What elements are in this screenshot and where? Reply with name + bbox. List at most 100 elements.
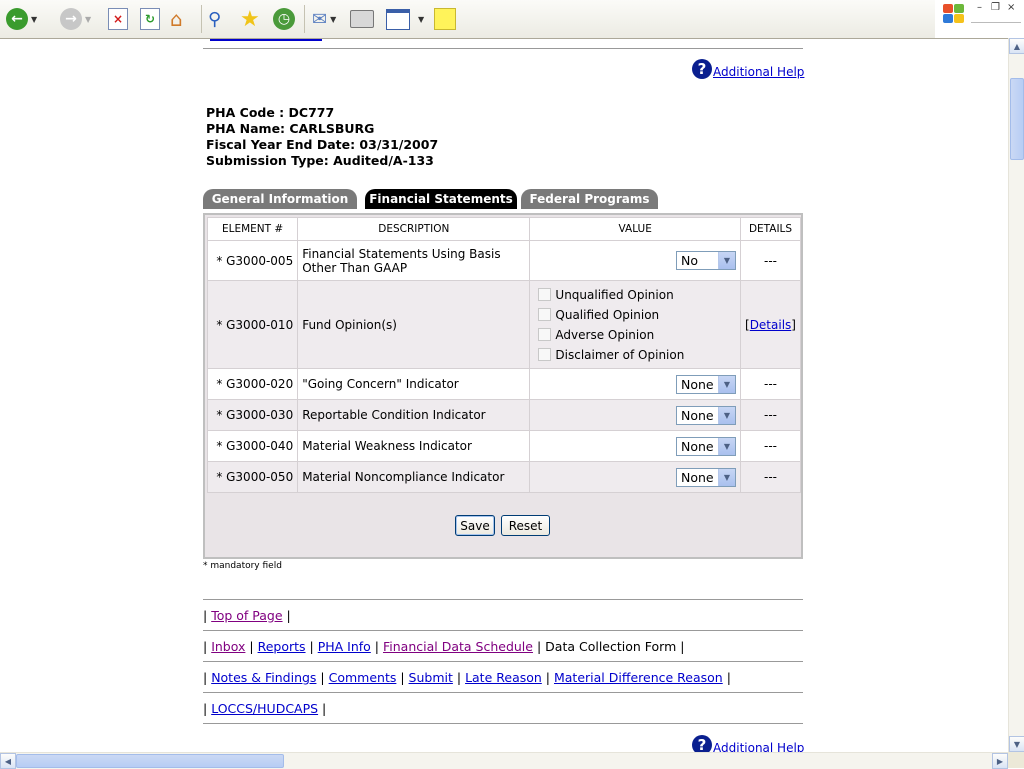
scroll-left-icon[interactable]: ◀ [0,753,16,769]
checkbox-disclaimer[interactable]: Disclaimer of Opinion [538,345,736,365]
select-value: None [681,469,714,485]
element-details: --- [740,399,801,431]
nav-tertiary: | LOCCS/HUDCAPS | [203,701,327,716]
description-line: Other Than GAAP [302,260,408,275]
element-number: * G3000-030 [206,399,299,431]
element-number: * G3000-020 [206,368,299,400]
scroll-down-icon[interactable]: ▼ [1009,736,1024,752]
restore-icon[interactable]: ❐ [991,2,1000,13]
column-header: DETAILS [740,217,801,241]
stop-icon: × [108,8,128,30]
additional-help-link[interactable]: Additional Help [713,65,804,79]
pha-name: PHA Name: CARLSBURG [206,121,375,136]
nav-link-material-difference-reason[interactable]: Material Difference Reason [554,670,723,685]
history-button[interactable]: ◷ [273,6,295,32]
value-select[interactable]: None ▼ [676,374,736,394]
divider [203,692,803,693]
form-panel: ELEMENT # DESCRIPTION VALUE DETAILS * G3… [203,213,803,559]
search-button[interactable]: ⚲ [208,6,221,32]
vertical-scrollbar[interactable]: ▲ ▼ [1008,38,1024,752]
minimize-icon[interactable]: – [977,2,982,13]
element-details: --- [740,368,801,400]
checkbox-adverse[interactable]: Adverse Opinion [538,325,736,345]
nav-link-loccs-hudcaps[interactable]: LOCCS/HUDCAPS [211,701,318,716]
back-arrow-icon: ← [6,8,28,30]
notes-button[interactable] [434,6,456,32]
windows-flag-icon [943,4,965,24]
elements-table: ELEMENT # DESCRIPTION VALUE DETAILS * G3… [206,217,801,493]
value-select[interactable]: None ▼ [676,467,736,487]
nav-link-reports[interactable]: Reports [258,639,306,654]
details-link[interactable]: Details [750,318,792,332]
checkbox-icon[interactable] [538,308,552,321]
mail-button[interactable]: ✉ ▼ [312,6,336,32]
checkbox-icon[interactable] [538,328,552,341]
checkbox-label: Disclaimer of Opinion [555,347,685,362]
pha-code: PHA Code : DC777 [206,105,335,120]
tab-federal-programs[interactable]: Federal Programs [521,189,658,209]
chevron-down-icon: ▼ [718,437,735,455]
favorites-button[interactable]: ★ [240,6,260,32]
checkbox-icon[interactable] [538,348,552,361]
scroll-right-icon[interactable]: ▶ [992,753,1008,769]
select-value: None [681,438,714,454]
element-description: Financial Statements Using Basis Other T… [297,240,531,281]
checkbox-label: Unqualified Opinion [555,287,674,302]
search-icon: ⚲ [208,8,222,30]
table-row: * G3000-020 "Going Concern" Indicator No… [206,368,801,400]
chevron-down-icon: ▼ [718,252,735,269]
tab-financial-statements[interactable]: Financial Statements [365,189,517,209]
value-select[interactable]: No ▼ [676,251,736,270]
horizontal-scroll-thumb[interactable] [16,754,284,768]
mandatory-note: * mandatory field [203,561,282,571]
opinion-options: Unqualified Opinion Qualified Opinion Ad… [529,280,741,369]
nav-link-inbox[interactable]: Inbox [211,639,245,654]
value-select[interactable]: None ▼ [676,436,736,456]
reset-button[interactable]: Reset [501,515,550,536]
top-of-page-link[interactable]: Top of Page [211,608,282,623]
close-icon[interactable]: × [1007,2,1015,13]
star-icon: ★ [240,6,260,32]
mail-icon: ✉ [312,8,328,30]
scroll-up-icon[interactable]: ▲ [1009,38,1024,54]
save-button[interactable]: Save [455,515,495,536]
nav-link-notes-findings[interactable]: Notes & Findings [211,670,316,685]
home-button[interactable]: ⌂ [170,6,183,32]
fiscal-year-end: Fiscal Year End Date: 03/31/2007 [206,137,439,152]
home-icon: ⌂ [170,7,183,31]
additional-help[interactable]: ? Additional Help [692,59,804,79]
forward-button[interactable]: → ▼ [60,6,91,32]
page-content: ? Additional Help PHA Code : DC777 PHA N… [0,39,1008,752]
chevron-down-icon: ▼ [718,468,735,486]
refresh-button[interactable]: ↻ [140,6,160,32]
print-button[interactable] [350,6,374,32]
nav-link-submit[interactable]: Submit [409,670,453,685]
nav-link-comments[interactable]: Comments [329,670,397,685]
description-line: Financial Statements Using Basis [302,246,501,261]
nav-primary: | Inbox | Reports | PHA Info | Financial… [203,639,685,654]
nav-link-pha-info[interactable]: PHA Info [318,639,371,654]
element-value: None ▼ [529,399,741,431]
nav-link-financial-data-schedule[interactable]: Financial Data Schedule [383,639,533,654]
edit-button[interactable]: ▼ [386,6,424,32]
nav-link-late-reason[interactable]: Late Reason [465,670,542,685]
additional-help-link[interactable]: Additional Help [713,741,804,752]
history-icon: ◷ [273,8,295,30]
checkbox-qualified[interactable]: Qualified Opinion [538,305,736,325]
chevron-down-icon: ▼ [718,375,735,393]
additional-help-bottom[interactable]: ? Additional Help [692,735,804,752]
checkbox-unqualified[interactable]: Unqualified Opinion [538,285,736,305]
tab-general-information[interactable]: General Information [203,189,357,209]
table-row: * G3000-010 Fund Opinion(s) Unqualified … [206,280,801,369]
top-link-remnant [210,39,322,41]
select-value: None [681,407,714,423]
checkbox-icon[interactable] [538,288,552,301]
dropdown-icon: ▼ [31,14,38,24]
horizontal-scrollbar[interactable]: ◀ ▶ [0,752,1008,769]
value-select[interactable]: None ▼ [676,405,736,425]
back-button[interactable]: ← ▼ [6,6,37,32]
element-value: None ▼ [529,368,741,400]
forward-arrow-icon: → [60,8,82,30]
vertical-scroll-thumb[interactable] [1010,78,1024,160]
stop-button[interactable]: × [108,6,128,32]
